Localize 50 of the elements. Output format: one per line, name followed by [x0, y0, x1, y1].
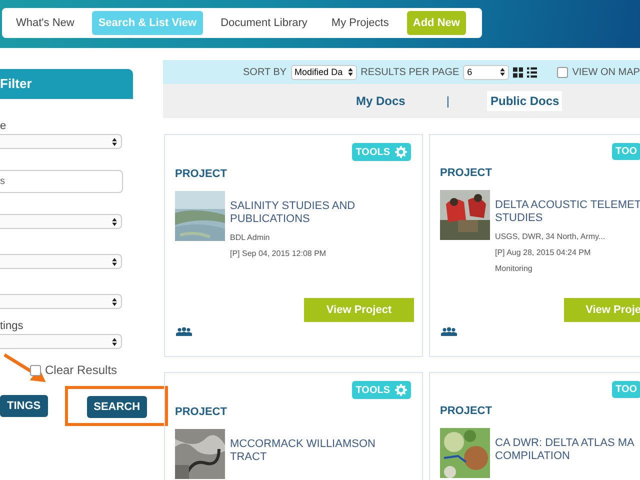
dropdown-arrows-icon [500, 68, 505, 76]
card-type: PROJECT [440, 167, 493, 179]
dropdown-arrows-icon [112, 138, 117, 146]
card-title: SALINITY STUDIES AND PUBLICATIONS [230, 200, 356, 226]
people-icon [441, 327, 457, 336]
nav-link[interactable]: What's New [10, 11, 80, 35]
card-title: CA DWR: DELTA ATLAS MA COMPILATION [495, 437, 636, 463]
tab[interactable]: Public Docs [487, 91, 562, 111]
select-field[interactable] [0, 294, 122, 309]
settings-icon [395, 384, 407, 396]
card-meta: Monitoring [495, 264, 534, 273]
sort-label: SORT BY [243, 66, 287, 78]
dropdown-arrows-icon [112, 338, 117, 346]
select-field[interactable] [0, 134, 122, 149]
search-button[interactable]: SEARCH [86, 396, 148, 418]
nav-link[interactable]: Document Library [214, 11, 314, 35]
checkbox-label: VIEW ON MAP [572, 66, 640, 78]
checkbox[interactable] [30, 364, 41, 376]
select-field[interactable] [0, 254, 122, 269]
settings-button[interactable]: TINGS [0, 395, 48, 417]
list-view-icon[interactable] [526, 66, 538, 78]
field-label: tings [0, 320, 24, 334]
per-page-select[interactable]: 6 [463, 64, 509, 80]
checkbox[interactable] [557, 66, 568, 78]
filter-header: Filter [0, 69, 133, 99]
dropdown-arrows-icon [112, 258, 117, 266]
card-title: MCCORMACK WILLIAMSON TRACT [230, 438, 376, 464]
tab[interactable]: My Docs [353, 91, 408, 111]
people-icon [176, 327, 192, 336]
card-meta: BDL Admin [230, 233, 271, 242]
card-meta: USGS, DWR, 34 North, Army... [495, 232, 606, 241]
card-type: PROJECT [175, 406, 228, 418]
card-type: PROJECT [440, 405, 493, 417]
checkbox-label: Clear Results [45, 363, 118, 377]
dropdown-arrows-icon [112, 218, 117, 226]
dropdown-arrows-icon [348, 68, 353, 76]
card-meta: [P] Aug 28, 2015 04:24 PM [495, 248, 592, 257]
per-page-label: RESULTS PER PAGE [360, 66, 460, 78]
field-label: e [0, 120, 8, 134]
nav-link[interactable]: My Projects [325, 11, 395, 35]
card-type: PROJECT [175, 168, 228, 180]
card-meta: [P] Sep 04, 2015 12:08 PM [230, 249, 328, 258]
input-field[interactable]: s [0, 170, 123, 193]
dropdown-arrows-icon [112, 298, 117, 306]
grid-view-icon[interactable] [512, 66, 523, 78]
tab-separator: | [446, 94, 450, 108]
select-field[interactable] [0, 214, 122, 229]
sort-select[interactable]: Modified Da [290, 64, 357, 80]
settings-icon [395, 146, 407, 158]
select-field[interactable] [0, 334, 122, 349]
